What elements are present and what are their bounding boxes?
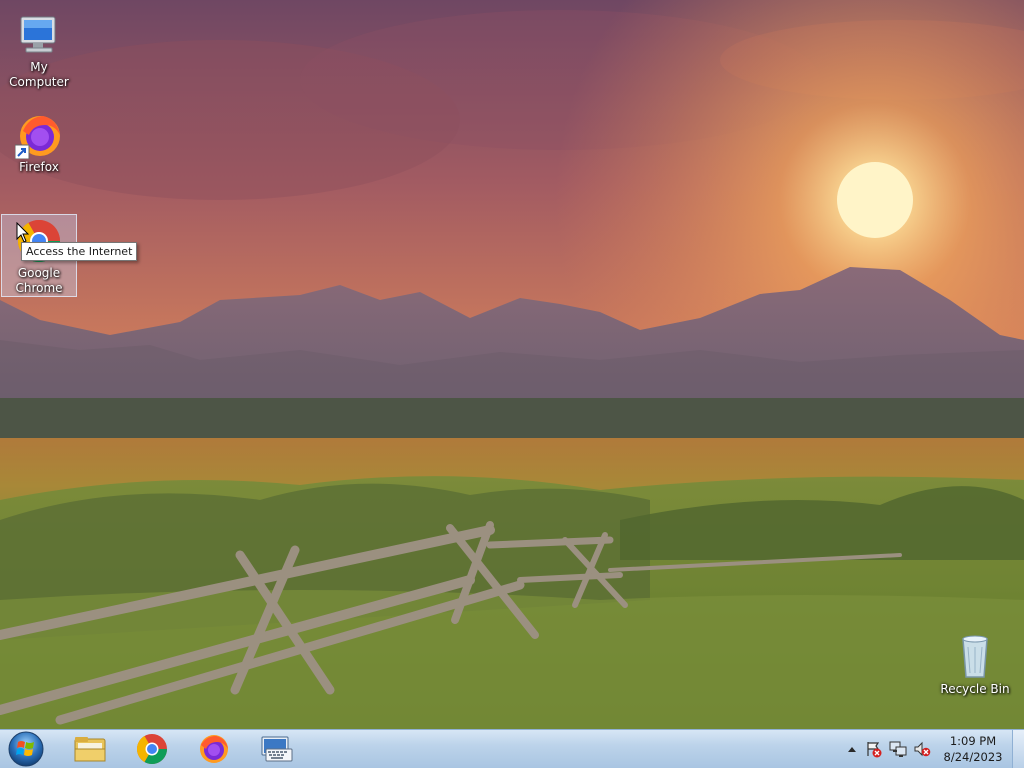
recycle-bin-icon bbox=[962, 635, 988, 678]
desktop-icon-label: Google Chrome bbox=[15, 266, 63, 295]
clock-time: 1:09 PM bbox=[949, 734, 997, 748]
show-hidden-icons-button[interactable] bbox=[843, 740, 861, 758]
desktop-icon-label: Recycle Bin bbox=[940, 682, 1010, 696]
firefox-icon bbox=[15, 116, 60, 159]
tooltip: Access the Internet bbox=[21, 242, 138, 261]
taskbar: 1:09 PM 8/24/2023 bbox=[0, 729, 1024, 768]
clock-date: 8/24/2023 bbox=[943, 750, 1003, 764]
action-center-icon bbox=[867, 742, 882, 758]
show-hidden-icons-icon bbox=[848, 747, 856, 752]
action-center-button[interactable] bbox=[865, 740, 883, 758]
wallpaper-image bbox=[0, 0, 1024, 729]
show-desktop-button[interactable] bbox=[1012, 730, 1024, 768]
desktop-icon-firefox[interactable]: Firefox bbox=[1, 108, 77, 177]
network-icon bbox=[889, 741, 907, 757]
system-tray: 1:09 PM 8/24/2023 bbox=[0, 730, 1024, 768]
desktop-icon-my-computer[interactable]: My Computer bbox=[1, 8, 77, 92]
mouse-cursor-icon bbox=[16, 222, 30, 243]
desktop-icon-label: Firefox bbox=[19, 160, 59, 174]
network-button[interactable] bbox=[889, 740, 907, 758]
computer-icon bbox=[20, 16, 56, 53]
desktop[interactable]: My Computer Firefox Google Chrome Recycl… bbox=[0, 0, 1024, 729]
volume-muted-icon bbox=[914, 741, 931, 757]
desktop-icon-recycle-bin[interactable]: Recycle Bin bbox=[937, 630, 1013, 699]
taskbar-clock[interactable]: 1:09 PM 8/24/2023 bbox=[937, 733, 1009, 765]
desktop-icon-label: My Computer bbox=[9, 60, 69, 89]
volume-button[interactable] bbox=[913, 740, 931, 758]
